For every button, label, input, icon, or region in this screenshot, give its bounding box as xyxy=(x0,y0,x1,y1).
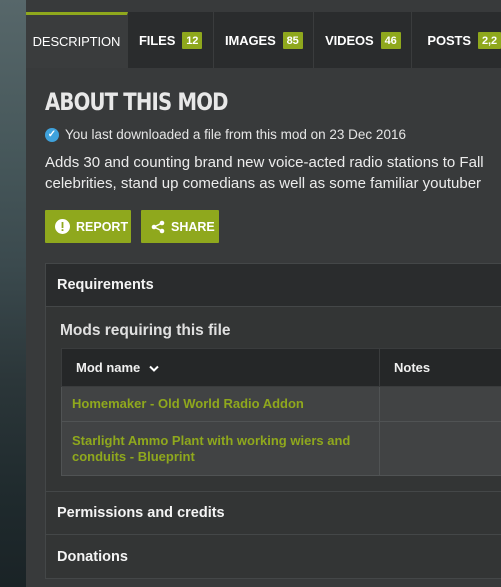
notes-column-header[interactable]: Notes xyxy=(379,348,501,387)
mod-page: DESCRIPTION FILES 12 IMAGES 85 VIDEOS 46… xyxy=(26,0,501,587)
mod-name-column-header[interactable]: Mod name xyxy=(61,348,380,387)
tab-videos[interactable]: VIDEOS 46 xyxy=(314,12,413,68)
chevron-down-icon xyxy=(149,365,159,372)
donations-header[interactable]: Donations xyxy=(46,534,501,578)
table-header-row: Mod name Notes xyxy=(61,348,501,387)
mod-description: Adds 30 and counting brand new voice-act… xyxy=(45,152,501,194)
permissions-title: Permissions and credits xyxy=(57,504,225,521)
page-title: ABOUT THIS MOD xyxy=(45,88,228,116)
posts-count-badge: 2,2 xyxy=(477,31,501,49)
description-line: celebrities, stand up comedians as well … xyxy=(45,175,482,192)
tab-label: VIDEOS xyxy=(325,32,374,48)
notes-cell xyxy=(379,421,501,476)
notes-cell xyxy=(379,386,501,422)
requirements-header[interactable]: Requirements xyxy=(46,264,501,307)
permissions-header[interactable]: Permissions and credits xyxy=(46,491,501,533)
column-label: Mod name xyxy=(76,360,141,375)
table-row: Homemaker - Old World Radio Addon xyxy=(61,386,501,422)
tab-posts[interactable]: POSTS 2,2 xyxy=(412,12,501,68)
requiring-mods-table: Mod name Notes Homemaker - Old World Rad… xyxy=(61,348,501,476)
report-label: REPORT xyxy=(76,219,129,234)
mod-link[interactable]: Homemaker - Old World Radio Addon xyxy=(61,386,380,422)
mod-info-accordion: Requirements Mods requiring this file Mo… xyxy=(45,263,501,579)
check-icon: ✓ xyxy=(45,127,59,142)
tab-label: POSTS xyxy=(427,32,471,48)
files-count-badge: 12 xyxy=(182,31,203,49)
tab-label: DESCRIPTION xyxy=(32,34,121,49)
donations-title: Donations xyxy=(57,548,128,565)
column-label: Notes xyxy=(394,360,431,375)
share-icon xyxy=(151,220,165,234)
description-line: Adds 30 and counting brand new voice-act… xyxy=(45,154,484,171)
mods-requiring-title: Mods requiring this file xyxy=(60,322,231,339)
tab-bar: DESCRIPTION FILES 12 IMAGES 85 VIDEOS 46… xyxy=(26,12,501,68)
background-scenery xyxy=(0,0,26,587)
tab-label: IMAGES xyxy=(224,32,276,48)
tab-description[interactable]: DESCRIPTION xyxy=(26,12,128,68)
report-button[interactable]: REPORT xyxy=(45,210,131,243)
tab-label: FILES xyxy=(138,32,176,48)
mod-link-text: Homemaker - Old World Radio Addon xyxy=(72,396,304,411)
tab-files[interactable]: FILES 12 xyxy=(128,12,215,68)
download-note-text: You last downloaded a file from this mod… xyxy=(65,127,406,142)
videos-count-badge: 46 xyxy=(380,31,401,49)
download-status: ✓ You last downloaded a file from this m… xyxy=(45,127,406,142)
images-count-badge: 85 xyxy=(282,31,303,49)
tab-images[interactable]: IMAGES 85 xyxy=(214,12,315,68)
mod-link[interactable]: Starlight Ammo Plant with working wiers … xyxy=(61,421,380,476)
mod-link-text: Starlight Ammo Plant with working wiers … xyxy=(72,432,351,448)
share-label: SHARE xyxy=(171,219,215,234)
mod-link-text: conduits - Blueprint xyxy=(72,448,195,464)
warning-icon xyxy=(55,219,70,234)
table-row: Starlight Ammo Plant with working wiers … xyxy=(61,421,501,476)
share-button[interactable]: SHARE xyxy=(141,210,219,243)
requirements-title: Requirements xyxy=(57,277,154,293)
